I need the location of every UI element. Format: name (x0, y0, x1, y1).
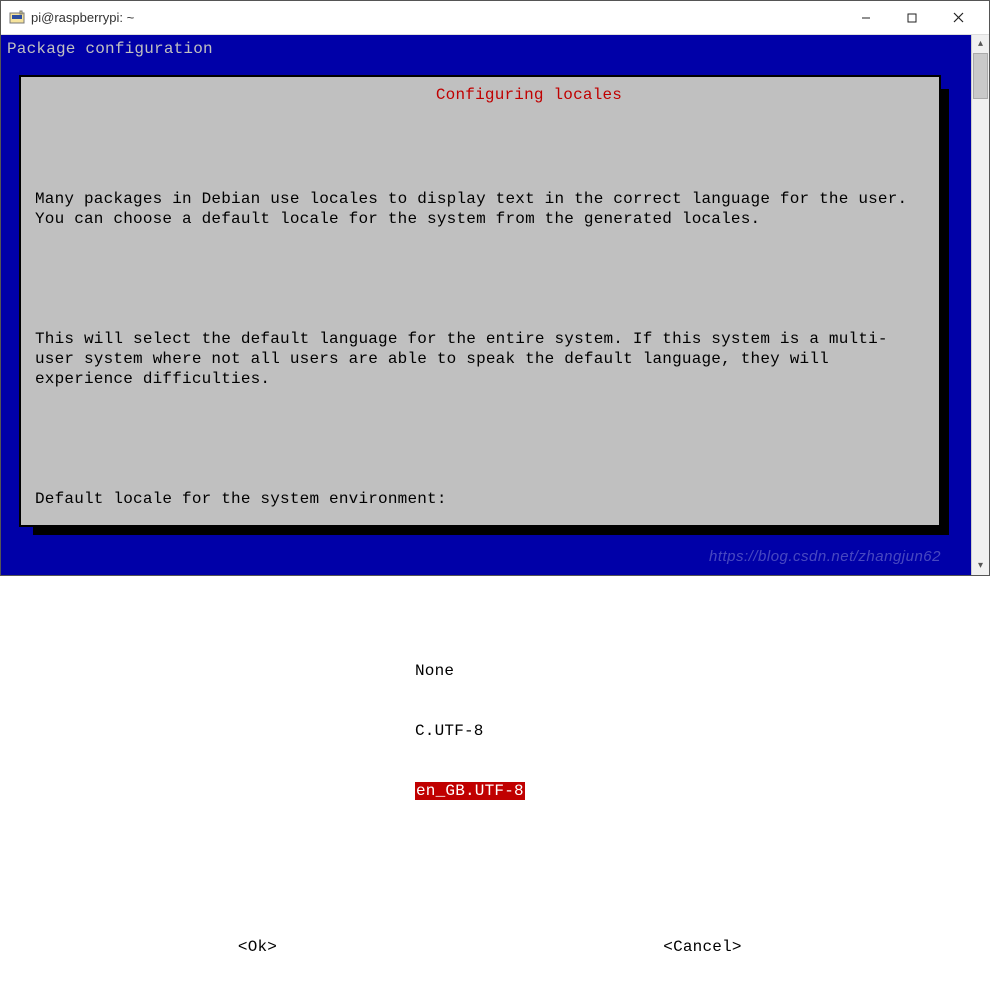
scroll-up-icon[interactable]: ▴ (972, 35, 989, 53)
terminal[interactable]: Package configuration Configuring locale… (1, 35, 971, 575)
window-title: pi@raspberrypi: ~ (31, 10, 843, 25)
scroll-thumb[interactable] (973, 53, 988, 99)
dialog-text-1: Many packages in Debian use locales to d… (35, 189, 925, 229)
watermark: https://blog.csdn.net/zhangjun62 (709, 547, 941, 567)
dialog-text-2: This will select the default language fo… (35, 329, 925, 389)
locale-option-engb[interactable]: en_GB.UTF-8 (415, 781, 925, 801)
ok-button[interactable]: <Ok> (238, 938, 277, 956)
locale-options: None C.UTF-8 en_GB.UTF-8 (415, 621, 925, 841)
locale-option-cutf8[interactable]: C.UTF-8 (415, 721, 925, 741)
dialog: Configuring locales Many packages in Deb… (19, 75, 941, 527)
close-button[interactable] (935, 2, 981, 34)
minimize-button[interactable] (843, 2, 889, 34)
cancel-button[interactable]: <Cancel> (663, 938, 741, 956)
dialog-prompt: Default locale for the system environmen… (35, 489, 925, 509)
locale-option-none[interactable]: None (415, 661, 925, 681)
dialog-title: Configuring locales (420, 86, 638, 104)
scroll-down-icon[interactable]: ▾ (972, 557, 989, 575)
scrollbar[interactable]: ▴ ▾ (971, 35, 989, 575)
maximize-button[interactable] (889, 2, 935, 34)
terminal-header: Package configuration (7, 39, 965, 59)
putty-icon (9, 10, 25, 26)
window-titlebar: pi@raspberrypi: ~ (1, 1, 989, 35)
